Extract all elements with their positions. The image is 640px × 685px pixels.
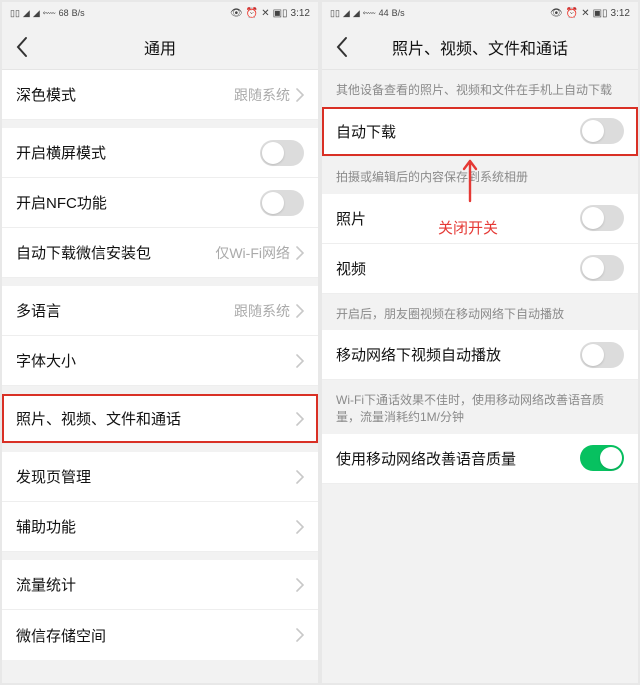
status-bar: ▯▯◢◢⬳ 68B/s 👁⏰✕▣▯ 3:12	[2, 2, 318, 24]
row-value: 跟随系统	[234, 85, 290, 105]
settings-row[interactable]: 照片、视频、文件和通话	[2, 394, 318, 444]
row-label: 视频	[336, 258, 580, 279]
status-bar: ▯▯◢◢⬳ 44B/s 👁⏰✕▣▯ 3:12	[322, 2, 638, 24]
row-label: 照片	[336, 208, 580, 229]
settings-row[interactable]: 发现页管理	[2, 452, 318, 502]
toggle-switch[interactable]	[580, 342, 624, 368]
row-label: 移动网络下视频自动播放	[336, 344, 580, 365]
status-left: ▯▯◢◢⬳ 68B/s	[10, 8, 85, 19]
settings-row[interactable]: 开启NFC功能	[2, 178, 318, 228]
row-label: 微信存储空间	[16, 625, 296, 646]
settings-row[interactable]: 开启横屏模式	[2, 128, 318, 178]
row-label: 使用移动网络改善语音质量	[336, 448, 580, 469]
chevron-right-icon	[296, 628, 304, 642]
chevron-right-icon	[296, 304, 304, 318]
row-label: 流量统计	[16, 574, 296, 595]
settings-row[interactable]: 视频	[322, 244, 638, 294]
section-header: 其他设备查看的照片、视频和文件在手机上自动下载	[322, 70, 638, 107]
row-label: 发现页管理	[16, 466, 296, 487]
section-header: Wi-Fi下通话效果不佳时，使用移动网络改善语音质量，流量消耗约1M/分钟	[322, 380, 638, 434]
toggle-switch[interactable]	[580, 255, 624, 281]
page-title: 通用	[2, 35, 318, 59]
settings-row[interactable]: 自动下载微信安装包仅Wi-Fi网络	[2, 228, 318, 278]
settings-row[interactable]: 字体大小	[2, 336, 318, 386]
chevron-right-icon	[296, 88, 304, 102]
settings-row[interactable]: 辅助功能	[2, 502, 318, 552]
settings-row[interactable]: 深色模式跟随系统	[2, 70, 318, 120]
settings-list: 深色模式跟随系统开启横屏模式开启NFC功能自动下载微信安装包仅Wi-Fi网络多语…	[2, 70, 318, 683]
row-label: 自动下载	[336, 121, 580, 142]
settings-row[interactable]: 使用移动网络改善语音质量	[322, 434, 638, 484]
chevron-right-icon	[296, 470, 304, 484]
row-label: 深色模式	[16, 84, 234, 105]
section-header: 开启后，朋友圈视频在移动网络下自动播放	[322, 294, 638, 331]
nav-bar: 照片、视频、文件和通话	[322, 24, 638, 70]
status-right: 👁⏰✕▣▯ 3:12	[550, 8, 630, 19]
chevron-right-icon	[296, 246, 304, 260]
row-value: 跟随系统	[234, 301, 290, 321]
back-button[interactable]	[2, 24, 42, 70]
row-label: 照片、视频、文件和通话	[16, 408, 296, 429]
chevron-right-icon	[296, 412, 304, 426]
chevron-right-icon	[296, 578, 304, 592]
row-label: 字体大小	[16, 350, 296, 371]
back-button[interactable]	[322, 24, 362, 70]
settings-row[interactable]: 流量统计	[2, 560, 318, 610]
toggle-switch[interactable]	[260, 140, 304, 166]
row-label: 辅助功能	[16, 516, 296, 537]
phone-left: ▯▯◢◢⬳ 68B/s 👁⏰✕▣▯ 3:12 通用 深色模式跟随系统开启横屏模式…	[2, 2, 318, 683]
row-label: 自动下载微信安装包	[16, 242, 215, 263]
row-label: 开启NFC功能	[16, 192, 260, 213]
row-label: 开启横屏模式	[16, 142, 260, 163]
toggle-switch[interactable]	[580, 118, 624, 144]
toggle-switch[interactable]	[580, 445, 624, 471]
row-label: 多语言	[16, 300, 234, 321]
settings-row[interactable]: 移动网络下视频自动播放	[322, 330, 638, 380]
status-left: ▯▯◢◢⬳ 44B/s	[330, 8, 405, 19]
section-header: 拍摄或编辑后的内容保存到系统相册	[322, 157, 638, 194]
settings-list: 其他设备查看的照片、视频和文件在手机上自动下载自动下载拍摄或编辑后的内容保存到系…	[322, 70, 638, 683]
settings-row[interactable]: 照片	[322, 194, 638, 244]
status-right: 👁⏰✕▣▯ 3:12	[230, 8, 310, 19]
settings-row[interactable]: 自动下载	[322, 107, 638, 157]
nav-bar: 通用	[2, 24, 318, 70]
chevron-right-icon	[296, 354, 304, 368]
phone-right: ▯▯◢◢⬳ 44B/s 👁⏰✕▣▯ 3:12 照片、视频、文件和通话 其他设备查…	[322, 2, 638, 683]
settings-row[interactable]: 微信存储空间	[2, 610, 318, 660]
settings-row[interactable]: 多语言跟随系统	[2, 286, 318, 336]
chevron-right-icon	[296, 520, 304, 534]
toggle-switch[interactable]	[260, 190, 304, 216]
row-value: 仅Wi-Fi网络	[215, 243, 290, 263]
toggle-switch[interactable]	[580, 205, 624, 231]
page-title: 照片、视频、文件和通话	[322, 35, 638, 59]
